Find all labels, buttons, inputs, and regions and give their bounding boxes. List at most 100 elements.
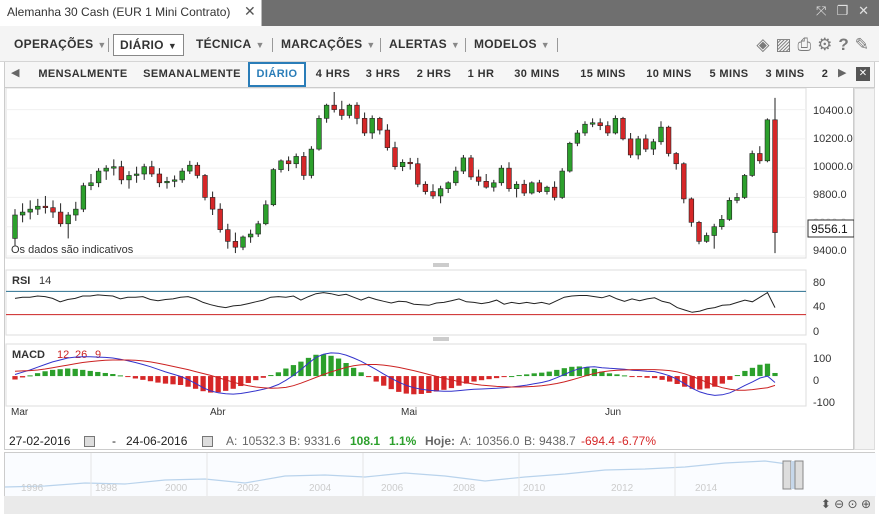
macd-bar-negative: [651, 376, 658, 379]
menu-divider: [380, 38, 381, 52]
gear-icon[interactable]: ⚙: [817, 35, 832, 54]
navigator-svg[interactable]: 1996 1998 2000 2002 2004 2006 2008 2010 …: [4, 453, 876, 497]
calendar-icon[interactable]: [84, 436, 95, 447]
candle-up: [308, 148, 315, 176]
timeframe-1hr[interactable]: 1 HR: [463, 62, 499, 87]
pin-icon[interactable]: ✎: [855, 35, 869, 54]
history-navigator[interactable]: 1996 1998 2000 2002 2004 2006 2008 2010 …: [4, 452, 876, 497]
panel-splitter[interactable]: [433, 263, 449, 267]
panel-splitter[interactable]: [433, 337, 449, 341]
timeframe-2hrs[interactable]: 2 HRS: [412, 62, 456, 87]
macd-bar-negative: [433, 376, 440, 392]
today-high-value: 10356.0: [476, 434, 520, 448]
macd-bar-positive: [539, 372, 545, 377]
macd-bar-negative: [727, 376, 733, 380]
macd-bar-positive: [749, 367, 756, 377]
restore-icon[interactable]: ❐: [836, 3, 848, 18]
menu-diario[interactable]: DIÁRIO ▼: [113, 34, 185, 56]
macd-bar-positive: [358, 372, 364, 377]
chart-svg[interactable]: Os dados são indicativos 10400.0 10200.0…: [5, 87, 855, 432]
close-icon[interactable]: ✕: [858, 3, 869, 18]
candle-up: [399, 161, 406, 167]
rsi-tick-label: 0: [813, 326, 819, 338]
zoom-fit-icon[interactable]: ⊙: [848, 497, 858, 511]
timeframe-30mins[interactable]: 30 MINS: [507, 62, 567, 87]
macd-bar-positive: [275, 372, 281, 377]
year-label: 2004: [309, 483, 332, 494]
document-tab[interactable]: Alemanha 30 Cash (EUR 1 Mini Contrato) ✕: [0, 0, 262, 26]
navigator-handle-left[interactable]: [782, 460, 792, 490]
candle-up: [635, 138, 641, 156]
navigator-window[interactable]: [791, 461, 795, 489]
timeframe-3hrs[interactable]: 3 HRS: [361, 62, 405, 87]
stepper-icon[interactable]: ⬍: [821, 497, 831, 511]
layers-icon[interactable]: ◈: [756, 35, 769, 54]
help-icon[interactable]: ?: [838, 35, 848, 54]
timeframe-10mins[interactable]: 10 MINS: [639, 62, 699, 87]
date-from[interactable]: 27-02-2016: [9, 434, 70, 448]
macd-bar-positive: [305, 357, 312, 377]
macd-bar-positive: [546, 371, 552, 377]
candle-down: [430, 191, 436, 197]
candle-down: [42, 205, 49, 208]
macd-bar-positive: [117, 375, 123, 377]
today-change: -694.4: [581, 434, 616, 448]
timeframe-semanalmente[interactable]: SEMANALMENTE: [141, 62, 243, 87]
candle-up: [711, 226, 717, 236]
macd-bar-negative: [493, 376, 500, 379]
macd-bar-negative: [223, 376, 229, 391]
price-tick-label: 9800.0: [813, 189, 847, 201]
timeframe-2[interactable]: 2: [817, 62, 833, 87]
rsi-label: RSI: [12, 275, 30, 287]
menu-divider: [465, 38, 466, 52]
candle-down: [620, 118, 626, 140]
high-value: 10532.3: [242, 434, 286, 448]
rsi-panel[interactable]: [5, 269, 807, 336]
timeframe-mensalmente[interactable]: MENSALMENTE: [33, 62, 133, 87]
vertical-scrollbar[interactable]: [854, 88, 875, 450]
macd-bar-negative: [147, 376, 154, 382]
macd-tick-label: 100: [813, 353, 831, 365]
navigator-handle-right[interactable]: [794, 460, 804, 490]
candle-down: [339, 109, 345, 116]
candle-up: [567, 142, 573, 172]
year-label: 2006: [381, 483, 404, 494]
menu-tecnica[interactable]: TÉCNICA ▼: [190, 34, 271, 56]
price-tick-label: 9400.0: [813, 245, 847, 257]
scroll-left-icon[interactable]: ◀: [11, 66, 19, 79]
timeframe-4hrs[interactable]: 4 HRS: [311, 62, 355, 87]
candle-up: [498, 167, 505, 184]
calendar-icon[interactable]: [202, 436, 213, 447]
menu-divider: [108, 38, 109, 52]
menu-alertas[interactable]: ALERTAS ▼: [383, 34, 466, 56]
timeframe-3mins[interactable]: 3 MINS: [761, 62, 809, 87]
fit-icon[interactable]: ⤧: [816, 3, 826, 18]
menu-modelos[interactable]: MODELOS ▼: [468, 34, 556, 56]
macd-bar-negative: [396, 376, 402, 392]
menu-operacoes[interactable]: OPERAÇÕES ▼: [8, 34, 113, 56]
candle-up: [529, 182, 535, 194]
date-to[interactable]: 24-06-2016: [126, 434, 187, 448]
low-label: B:: [289, 434, 301, 448]
print-icon[interactable]: ⎙: [798, 35, 812, 54]
timeframe-5mins[interactable]: 5 MINS: [705, 62, 753, 87]
candle-down: [415, 163, 421, 185]
scroll-right-icon[interactable]: ▶: [838, 66, 846, 79]
month-label: Jun: [605, 407, 621, 418]
timeframe-diario[interactable]: DIÁRIO: [248, 62, 306, 87]
menu-marcacoes[interactable]: MARCAÇÕES ▼: [275, 34, 382, 56]
timeframe-15mins[interactable]: 15 MINS: [573, 62, 633, 87]
year-label: 2002: [237, 483, 260, 494]
candle-down: [468, 157, 474, 178]
timeframe-bar: ◀ MENSALMENTE SEMANALMENTE DIÁRIO 4 HRS …: [4, 62, 875, 88]
macd-panel[interactable]: [5, 343, 807, 407]
year-label: 2008: [453, 483, 476, 494]
image-icon[interactable]: ▨: [775, 35, 791, 54]
zoom-in-icon[interactable]: ⊕: [861, 497, 871, 511]
chart-area[interactable]: Os dados são indicativos 10400.0 10200.0…: [4, 87, 855, 450]
candle-up: [559, 170, 565, 198]
menu-marcacoes-label: MARCAÇÕES: [281, 37, 363, 51]
close-icon[interactable]: ✕: [856, 67, 870, 81]
zoom-out-icon[interactable]: ⊖: [834, 497, 844, 511]
close-icon[interactable]: ✕: [244, 3, 256, 20]
